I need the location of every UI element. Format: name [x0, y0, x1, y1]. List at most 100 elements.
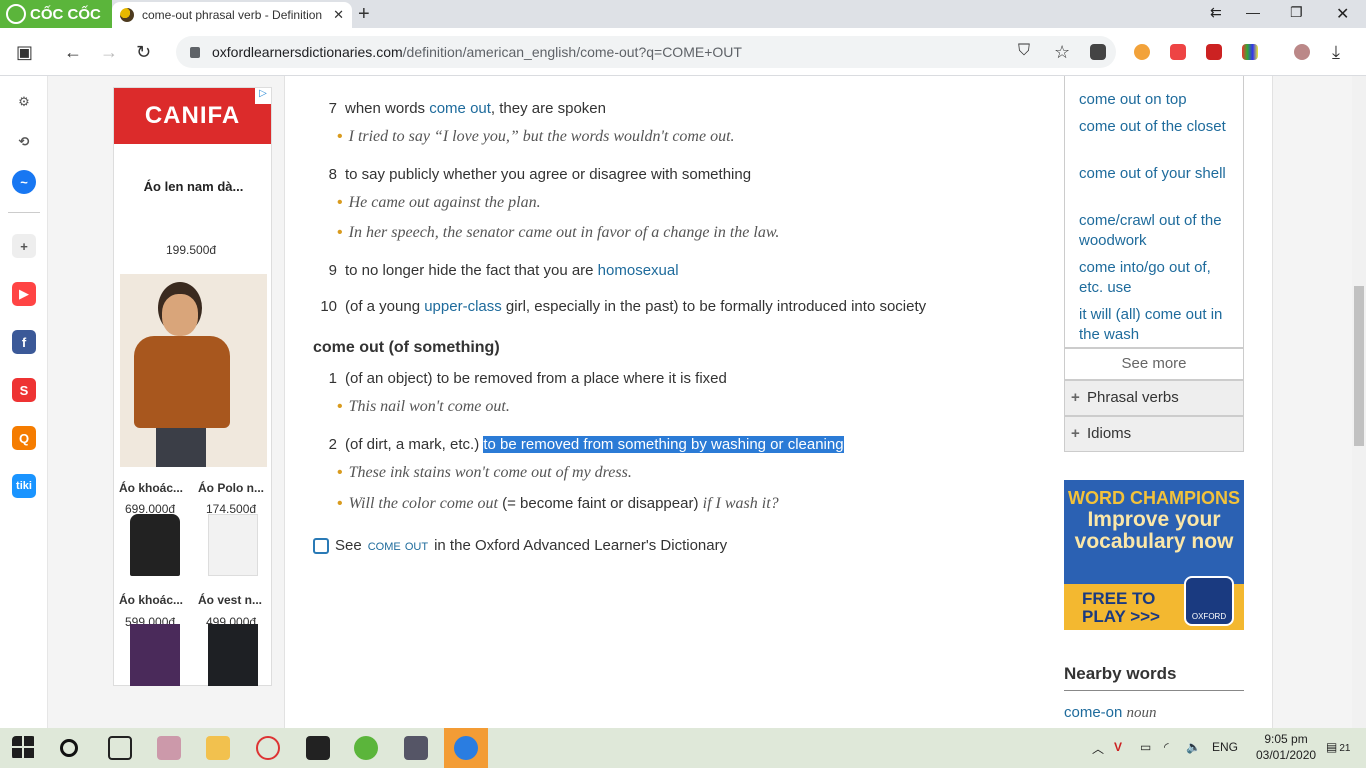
- wc-tagline: Improve your vocabulary now: [1074, 508, 1234, 553]
- idiom-link[interactable]: come out on top: [1079, 90, 1239, 110]
- phrasal-verbs-accordion[interactable]: + Phrasal verbs: [1064, 380, 1244, 416]
- ad-product-thumb-1[interactable]: [130, 514, 180, 576]
- new-tab-icon[interactable]: +: [358, 3, 370, 25]
- sense-7: 7 when words come out, they are spoken: [313, 100, 606, 117]
- search-circle-icon[interactable]: [60, 739, 78, 757]
- sense-number: 2: [328, 436, 337, 453]
- volume-icon[interactable]: 🔈: [1186, 740, 1201, 754]
- minimize-icon[interactable]: —: [1246, 4, 1260, 20]
- snipping-icon[interactable]: [256, 736, 280, 760]
- sense-text: to say publicly whether you agree or dis…: [345, 166, 752, 183]
- nearby-word[interactable]: come-on noun: [1064, 704, 1157, 722]
- nearby-word-text: come-on: [1064, 704, 1123, 721]
- idiom-link[interactable]: it will (all) come out in the wash: [1079, 305, 1239, 345]
- idiom-link[interactable]: come into/go out of, etc. use: [1079, 258, 1239, 298]
- reload-icon[interactable]: ↻: [136, 42, 151, 63]
- downloads-icon[interactable]: ⤓: [1332, 42, 1340, 63]
- coccoc-brand[interactable]: CỐC CỐC: [0, 0, 112, 28]
- idioms-index: come out on top come out of the closet c…: [1064, 76, 1244, 348]
- tab-active[interactable]: come-out phrasal verb - Definition ✕: [112, 2, 352, 28]
- ad-product-thumb-2[interactable]: [208, 514, 258, 576]
- example: • I tried to say “I love you,” but the wo…: [337, 128, 735, 145]
- phrasal-subheading: come out (of something): [313, 339, 500, 356]
- coccoc-taskbar-icon[interactable]: [354, 736, 378, 760]
- url-host: oxfordlearnersdictionaries.com: [212, 44, 403, 60]
- ad-product-thumb-3[interactable]: [130, 624, 180, 686]
- extension-1-icon[interactable]: [1134, 44, 1150, 60]
- history-icon[interactable]: ⟲: [12, 130, 36, 154]
- network-icon[interactable]: ◜: [1164, 740, 1169, 754]
- sense-10: 10 (of a young upper-class girl, especial…: [313, 298, 926, 315]
- close-tab-icon[interactable]: ✕: [333, 7, 344, 23]
- messenger-icon[interactable]: ~: [12, 170, 36, 194]
- sidebar-toggle-icon[interactable]: ▣: [16, 42, 33, 63]
- back-icon[interactable]: ←: [64, 42, 82, 63]
- idiom-link[interactable]: come/crawl out of the woodwork: [1079, 211, 1239, 251]
- ad-product-photo[interactable]: [120, 274, 267, 467]
- clock-date: 03/01/2020: [1256, 748, 1317, 762]
- facebook-icon[interactable]: f: [12, 330, 36, 354]
- extension-2-icon[interactable]: [1170, 44, 1186, 60]
- clock[interactable]: 9:05 pm 03/01/2020: [1256, 731, 1316, 763]
- selected-text[interactable]: to be removed from something by washing …: [483, 436, 844, 453]
- see-more-button[interactable]: See more: [1064, 348, 1244, 380]
- windows-start-icon[interactable]: [12, 736, 36, 760]
- oald-link[interactable]: come out: [368, 537, 428, 554]
- battery-icon[interactable]: ▭: [1140, 740, 1151, 754]
- word-champions-ad[interactable]: WORD CHAMPIONS Improve your vocabulary n…: [1064, 480, 1244, 630]
- link-come-out[interactable]: come out: [429, 100, 491, 117]
- adchoices-icon[interactable]: ▷: [255, 88, 271, 104]
- oxford-favicon-icon: [120, 8, 134, 22]
- extension-3-icon[interactable]: [1206, 44, 1222, 60]
- example-text: if I wash it?: [702, 495, 779, 512]
- sense-number: 10: [320, 298, 337, 315]
- shopee-icon[interactable]: S: [12, 378, 36, 402]
- close-window-icon[interactable]: ✕: [1336, 4, 1349, 24]
- sense-number: 9: [328, 262, 337, 279]
- canifa-ad[interactable]: CANIFA ▷ Áo len nam dà... 199.500đ Áo kh…: [113, 87, 272, 686]
- zalo-taskbar-button[interactable]: [444, 728, 488, 768]
- scrollbar-thumb[interactable]: [1354, 286, 1364, 446]
- wc-brand: OXFORD: [1191, 612, 1227, 621]
- extension-4-icon[interactable]: [1242, 44, 1258, 60]
- language-indicator[interactable]: ENG: [1212, 740, 1238, 754]
- accordion-label: Idioms: [1087, 425, 1132, 442]
- page-scrollbar[interactable]: [1352, 76, 1366, 728]
- wc-cta-label: FREE TO PLAY >>>: [1082, 589, 1160, 626]
- wc-title: WORD CHAMPIONS: [1068, 488, 1240, 508]
- link-upper-class[interactable]: upper-class: [424, 298, 502, 315]
- sticky-notes-icon[interactable]: [306, 736, 330, 760]
- antivirus-tray-icon[interactable]: V: [1114, 740, 1122, 754]
- coccoc-search-icon[interactable]: Q: [12, 426, 36, 450]
- notification-icon[interactable]: ▤ 21: [1326, 740, 1350, 754]
- task-view-icon[interactable]: [108, 736, 132, 760]
- idiom-link[interactable]: come out of the closet: [1079, 117, 1239, 137]
- tab-bar: CỐC CỐC come-out phrasal verb - Definiti…: [0, 0, 1366, 28]
- plus-icon: +: [1071, 389, 1080, 406]
- forward-icon[interactable]: →: [100, 42, 118, 63]
- sub-sense-1: 1 (of an object) to be removed from a pla…: [313, 370, 727, 387]
- right-column: come out on top come out of the closet c…: [1064, 76, 1272, 728]
- youtube-icon[interactable]: ▶: [12, 282, 36, 306]
- settings-gear-icon[interactable]: ⚙: [12, 90, 36, 114]
- restore-tab-icon[interactable]: ⇇: [1210, 4, 1222, 21]
- tiki-icon[interactable]: tiki: [12, 474, 36, 498]
- example: • Will the color come out (= become faint…: [337, 495, 779, 512]
- download-ext-icon[interactable]: [1090, 44, 1106, 60]
- address-bar[interactable]: oxfordlearnersdictionaries.com/definitio…: [176, 36, 1116, 68]
- file-explorer-icon[interactable]: [206, 736, 230, 760]
- clock-time: 9:05 pm: [1264, 732, 1308, 746]
- shield-icon[interactable]: ⛉: [1018, 42, 1030, 60]
- profile-avatar[interactable]: [1294, 44, 1310, 60]
- ad-product-thumb-4[interactable]: [208, 624, 258, 686]
- app-icon-2[interactable]: [404, 736, 428, 760]
- idioms-accordion[interactable]: + Idioms: [1064, 416, 1244, 452]
- maximize-icon[interactable]: ❐: [1290, 4, 1303, 21]
- idiom-link[interactable]: come out of your shell: [1079, 164, 1239, 184]
- link-homosexual[interactable]: homosexual: [598, 262, 679, 279]
- see-prefix: See: [335, 537, 362, 554]
- tray-chevron-icon[interactable]: ︿: [1092, 740, 1104, 757]
- add-app-icon[interactable]: +: [12, 234, 36, 258]
- app-icon-1[interactable]: [157, 736, 181, 760]
- bookmark-star-icon[interactable]: ☆: [1054, 42, 1070, 63]
